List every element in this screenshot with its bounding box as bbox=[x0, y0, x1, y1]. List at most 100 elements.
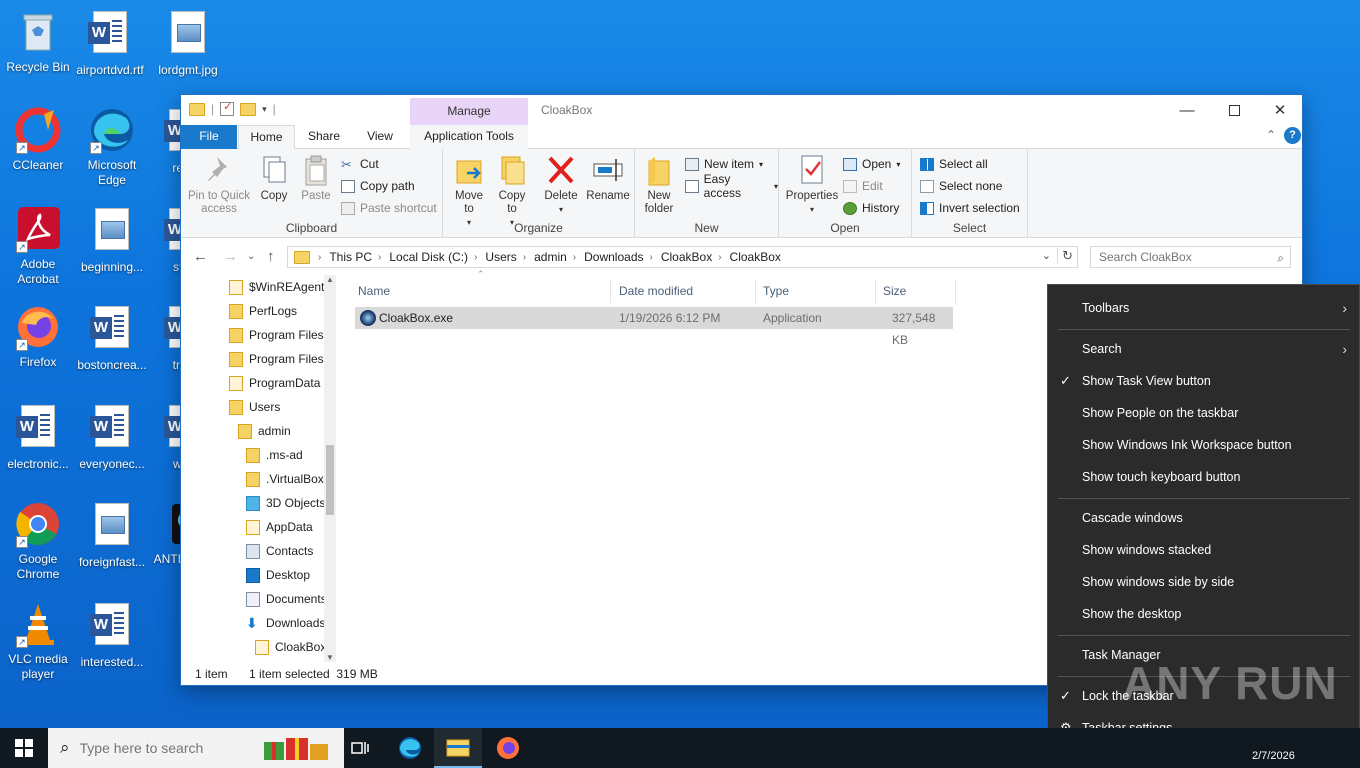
menu-item-side-by-side[interactable]: Show windows side by side bbox=[1048, 566, 1359, 598]
refresh-icon[interactable]: ↻ bbox=[1057, 248, 1073, 264]
taskbar-edge-button[interactable] bbox=[386, 728, 434, 768]
pin-to-quick-access-button[interactable]: Pin to Quick access bbox=[185, 153, 253, 216]
minimize-button[interactable]: — bbox=[1164, 95, 1210, 125]
new-item-button[interactable]: New item ▾ bbox=[685, 155, 763, 173]
address-bar[interactable]: › This PC › Local Disk (C:) › Users › admin… bbox=[287, 246, 1078, 268]
desktop-icon-interested[interactable]: W interested... bbox=[74, 600, 150, 670]
desktop-icon-airportdvd[interactable]: W airportdvd.rtf bbox=[72, 8, 148, 78]
delete-button[interactable]: Delete ▾ bbox=[539, 153, 583, 216]
menu-item-stacked[interactable]: Show windows stacked bbox=[1048, 534, 1359, 566]
desktop-icon-microsoft-edge[interactable]: ↗ Microsoft Edge bbox=[74, 106, 150, 188]
tree-item[interactable]: PerfLogs bbox=[229, 299, 297, 323]
desktop-icon-electronic[interactable]: W electronic... bbox=[0, 402, 76, 472]
scrollbar-thumb[interactable] bbox=[326, 445, 334, 515]
edit-button[interactable]: Edit bbox=[843, 177, 883, 195]
properties-qat-icon[interactable]: ✓ bbox=[220, 101, 235, 116]
manage-contextual-tab[interactable]: Manage bbox=[410, 98, 528, 125]
menu-item-show-ink-workspace[interactable]: Show Windows Ink Workspace button bbox=[1048, 429, 1359, 461]
desktop-icon-bostoncrea[interactable]: W bostoncrea... bbox=[74, 303, 150, 373]
tab-file[interactable]: File bbox=[181, 125, 237, 149]
paste-shortcut-button[interactable]: Paste shortcut bbox=[341, 199, 437, 217]
taskbar-file-explorer-button[interactable] bbox=[434, 728, 482, 768]
menu-item-show-task-view[interactable]: ✓ Show Task View button bbox=[1048, 365, 1359, 397]
tab-view[interactable]: View bbox=[355, 125, 405, 149]
new-folder-button[interactable]: New folder bbox=[639, 153, 679, 216]
copy-path-button[interactable]: Copy path bbox=[341, 177, 415, 195]
tree-item[interactable]: Contacts bbox=[246, 539, 313, 563]
easy-access-button[interactable]: Easy access ▾ bbox=[685, 172, 778, 200]
desktop-icon-ccleaner[interactable]: ↗ CCleaner bbox=[0, 106, 76, 173]
desktop-icon-recycle-bin[interactable]: Recycle Bin bbox=[0, 8, 76, 75]
desktop-icon-foreignfast[interactable]: foreignfast... bbox=[74, 500, 150, 570]
desktop-icon-adobe-acrobat[interactable]: ↗ Adobe Acrobat bbox=[0, 205, 76, 287]
help-icon[interactable]: ? bbox=[1284, 127, 1301, 144]
up-button[interactable]: ↑ bbox=[267, 248, 275, 265]
tree-item[interactable]: Program Files bbox=[229, 347, 324, 371]
copy-to-button[interactable]: Copy to ▾ bbox=[493, 153, 531, 229]
desktop-icon-firefox[interactable]: ↗ Firefox bbox=[0, 303, 76, 370]
move-to-button[interactable]: Move to ▾ bbox=[449, 153, 489, 229]
breadcrumb-this-pc[interactable]: This PC bbox=[329, 250, 372, 264]
desktop-icon-vlc[interactable]: ↗ VLC media player bbox=[0, 600, 76, 682]
taskbar-search-input[interactable] bbox=[79, 740, 240, 756]
select-none-button[interactable]: Select none bbox=[920, 177, 1002, 195]
select-all-button[interactable]: Select all bbox=[920, 155, 988, 173]
tree-item[interactable]: .ms-ad bbox=[246, 443, 303, 467]
menu-item-cascade[interactable]: Cascade windows bbox=[1048, 502, 1359, 534]
address-dropdown-icon[interactable]: ⌄ bbox=[1042, 249, 1051, 262]
copy-button[interactable]: Copy bbox=[255, 153, 293, 203]
tree-item[interactable]: Desktop bbox=[246, 563, 310, 587]
collapse-ribbon-icon[interactable]: ⌃ bbox=[1266, 128, 1276, 142]
taskbar-search-box[interactable]: ⌕ bbox=[48, 728, 344, 768]
menu-item-show-people[interactable]: Show People on the taskbar bbox=[1048, 397, 1359, 429]
breadcrumb-cloakbox[interactable]: CloakBox bbox=[661, 250, 712, 264]
task-view-button[interactable] bbox=[336, 728, 384, 768]
back-button[interactable]: ← bbox=[193, 248, 208, 265]
paste-button[interactable]: Paste bbox=[297, 153, 335, 203]
menu-item-toolbars[interactable]: Toolbars › bbox=[1048, 292, 1359, 324]
menu-item-show-touch-keyboard[interactable]: Show touch keyboard button bbox=[1048, 461, 1359, 493]
clock-date[interactable]: 2/7/2026 bbox=[1252, 750, 1295, 762]
desktop-icon-everyonec[interactable]: W everyonec... bbox=[74, 402, 150, 472]
breadcrumb-users[interactable]: Users bbox=[485, 250, 516, 264]
history-button[interactable]: History bbox=[843, 199, 899, 217]
menu-item-show-desktop[interactable]: Show the desktop bbox=[1048, 598, 1359, 630]
file-row[interactable]: CloakBox.exe 1/19/2026 6:12 PM Applicati… bbox=[355, 307, 953, 347]
menu-item-search[interactable]: Search › bbox=[1048, 333, 1359, 365]
column-header-date-modified[interactable]: Date modified bbox=[612, 279, 756, 303]
tree-item[interactable]: ProgramData bbox=[229, 371, 320, 395]
cut-button[interactable]: ✂ Cut bbox=[341, 155, 379, 173]
column-header-size[interactable]: Size bbox=[876, 279, 956, 303]
tree-item[interactable]: $WinREAgent bbox=[229, 275, 324, 299]
desktop-icon-google-chrome[interactable]: ↗ Google Chrome bbox=[0, 500, 76, 582]
invert-selection-button[interactable]: Invert selection bbox=[920, 199, 1020, 217]
navigation-scrollbar[interactable]: ▲ ▼ bbox=[324, 275, 336, 662]
breadcrumb-admin[interactable]: admin bbox=[534, 250, 567, 264]
search-box[interactable]: ⌕ bbox=[1090, 246, 1291, 268]
desktop-icon-beginning[interactable]: beginning... bbox=[74, 205, 150, 275]
taskbar-firefox-button[interactable] bbox=[484, 728, 532, 768]
tab-application-tools[interactable]: Application Tools bbox=[410, 125, 528, 149]
scroll-up-icon[interactable]: ▲ bbox=[326, 275, 334, 284]
breadcrumb-cloakbox-current[interactable]: CloakBox bbox=[730, 250, 781, 264]
start-button[interactable] bbox=[0, 728, 48, 768]
customize-qat-icon[interactable]: ▾ bbox=[262, 104, 267, 115]
tab-home[interactable]: Home bbox=[238, 125, 295, 149]
tree-item[interactable]: .VirtualBox bbox=[246, 467, 324, 491]
tree-item[interactable]: Users bbox=[229, 395, 280, 419]
tab-share[interactable]: Share bbox=[299, 125, 349, 149]
tree-item[interactable]: 3D Objects bbox=[246, 491, 325, 515]
recent-locations-button[interactable]: ⌄ bbox=[247, 251, 255, 262]
maximize-button[interactable] bbox=[1211, 95, 1257, 125]
open-button[interactable]: Open ▾ bbox=[843, 155, 900, 173]
search-input[interactable] bbox=[1099, 250, 1269, 264]
new-folder-qat-icon[interactable] bbox=[240, 102, 257, 116]
properties-button[interactable]: Properties ▾ bbox=[783, 153, 841, 216]
desktop-icon-lordgmt[interactable]: lordgmt.jpg bbox=[150, 8, 226, 78]
rename-button[interactable]: Rename bbox=[585, 153, 631, 203]
breadcrumb-downloads[interactable]: Downloads bbox=[584, 250, 643, 264]
tree-item[interactable]: CloakBox bbox=[255, 635, 326, 659]
forward-button[interactable]: → bbox=[223, 248, 238, 265]
tree-item[interactable]: admin bbox=[238, 419, 291, 443]
column-header-name[interactable]: Name bbox=[351, 279, 611, 303]
